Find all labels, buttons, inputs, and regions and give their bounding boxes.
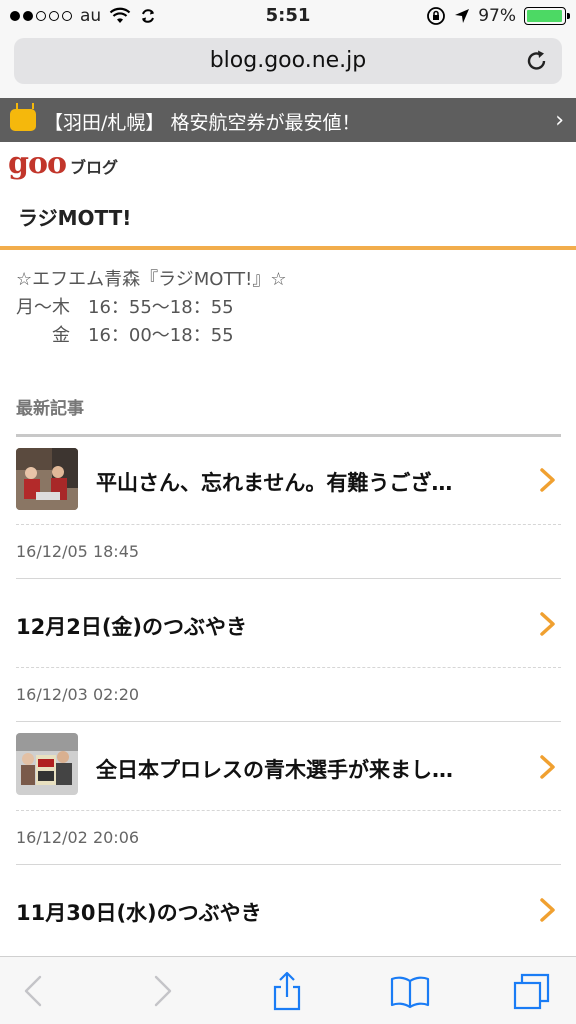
location-icon xyxy=(455,9,470,23)
dashed-divider xyxy=(16,667,561,668)
article-title[interactable]: 全日本プロレスの青木選手が来まし… xyxy=(96,754,453,784)
chevron-right-icon[interactable] xyxy=(539,754,557,780)
article-title[interactable]: 11月30日(水)のつぶやき xyxy=(16,897,262,927)
description-line: ☆エフエム青森『ラジMOTT!』☆ xyxy=(16,269,287,290)
back-icon[interactable] xyxy=(14,971,54,1011)
site-header: goo ブログ xyxy=(0,142,576,184)
battery-fill xyxy=(527,10,562,22)
description-line: 金 16：00〜18：55 xyxy=(16,325,234,346)
goo-logo[interactable]: goo xyxy=(8,146,67,181)
tabs-icon[interactable] xyxy=(512,971,552,1011)
latest-articles-heading: 最新記事 xyxy=(16,399,84,419)
article-title[interactable]: 12月2日(金)のつぶやき xyxy=(16,611,247,641)
entry-divider xyxy=(16,864,561,865)
ad-banner-text[interactable]: 【羽田/札幌】 格安航空券が最安値！ xyxy=(44,108,360,135)
blog-title[interactable]: ラジMOTT! xyxy=(18,202,131,231)
status-bar: au 5:51 97% xyxy=(0,0,576,34)
share-icon[interactable] xyxy=(267,971,307,1011)
dashed-divider xyxy=(16,524,561,525)
article-title[interactable]: 平山さん、忘れません。有難うござ… xyxy=(96,467,452,497)
forward-icon[interactable] xyxy=(142,971,182,1011)
blog-description: ☆エフエム青森『ラジMOTT!』☆ 月〜木 16：55〜18：55 金 16：0… xyxy=(16,266,287,350)
address-bar[interactable]: blog.goo.ne.jp xyxy=(14,38,562,84)
url-text[interactable]: blog.goo.ne.jp xyxy=(14,48,562,73)
bookmarks-icon[interactable] xyxy=(390,971,430,1011)
battery-icon xyxy=(524,7,570,25)
orientation-lock-icon xyxy=(427,7,446,25)
chevron-right-icon[interactable]: › xyxy=(555,108,564,133)
browser-toolbar xyxy=(0,956,576,1024)
chevron-right-icon[interactable] xyxy=(539,897,557,923)
article-date: 16/12/03 02:20 xyxy=(16,685,140,704)
blog-service-label[interactable]: ブログ xyxy=(70,154,118,178)
battery-percent: 97% xyxy=(478,6,516,26)
article-date: 16/12/05 18:45 xyxy=(16,542,140,561)
entry-divider xyxy=(16,578,561,579)
dashed-divider xyxy=(16,810,561,811)
tv-icon xyxy=(10,109,36,131)
entry-divider xyxy=(16,721,561,722)
ad-banner[interactable]: 【羽田/札幌】 格安航空券が最安値！ › xyxy=(0,98,576,142)
address-bar-area: blog.goo.ne.jp xyxy=(0,34,576,98)
chevron-right-icon[interactable] xyxy=(539,611,557,637)
section-divider xyxy=(16,434,561,437)
article-date: 16/12/02 20:06 xyxy=(16,828,140,847)
description-line: 月〜木 16：55〜18：55 xyxy=(16,297,234,318)
article-thumbnail[interactable] xyxy=(16,448,78,510)
reload-icon[interactable] xyxy=(524,48,550,74)
header-divider xyxy=(0,246,576,250)
chevron-right-icon[interactable] xyxy=(539,467,557,493)
article-thumbnail[interactable] xyxy=(16,733,78,795)
status-right: 97% xyxy=(426,6,570,26)
